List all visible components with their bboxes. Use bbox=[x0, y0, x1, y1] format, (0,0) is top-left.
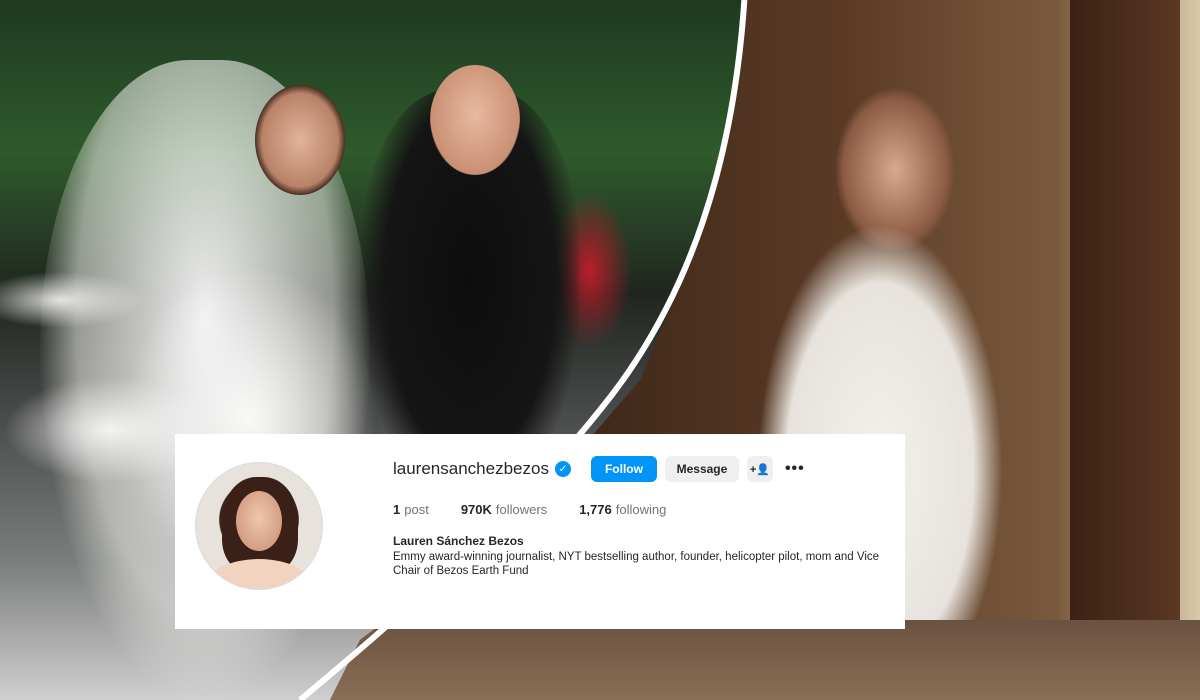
instagram-profile-card: laurensanchezbezos ✓ Follow Message +👤 •… bbox=[175, 434, 905, 629]
avatar-shoulders bbox=[204, 559, 314, 589]
profile-stats: 1 post 970K followers 1,776 following bbox=[393, 502, 666, 517]
following-label: following bbox=[615, 502, 667, 517]
posts-label: post bbox=[404, 502, 429, 517]
following-stat[interactable]: 1,776 following bbox=[579, 502, 666, 517]
follow-button[interactable]: Follow bbox=[590, 456, 657, 482]
following-count: 1,776 bbox=[579, 502, 612, 517]
avatar-face bbox=[236, 491, 282, 551]
wooden-door bbox=[1070, 0, 1180, 640]
bride-face bbox=[255, 85, 345, 195]
followers-count: 970K bbox=[460, 502, 492, 517]
more-options-icon[interactable]: ••• bbox=[785, 460, 805, 478]
followers-stat[interactable]: 970K followers bbox=[461, 502, 547, 517]
profile-full-name: Lauren Sánchez Bezos bbox=[393, 534, 524, 548]
profile-header-row: laurensanchezbezos ✓ Follow Message +👤 •… bbox=[393, 456, 805, 482]
profile-bio: Emmy award-winning journalist, NYT bests… bbox=[393, 551, 880, 577]
posts-stat: 1 post bbox=[393, 502, 429, 517]
followers-label: followers bbox=[495, 502, 548, 517]
profile-avatar[interactable] bbox=[195, 462, 323, 590]
posts-count: 1 bbox=[393, 502, 401, 517]
message-button[interactable]: Message bbox=[664, 456, 739, 482]
verified-badge-icon: ✓ bbox=[554, 461, 571, 477]
profile-handle: laurensanchezbezos bbox=[393, 459, 549, 478]
groom-face bbox=[430, 65, 520, 175]
floor bbox=[330, 620, 1200, 700]
add-user-icon[interactable]: +👤 bbox=[746, 456, 773, 482]
